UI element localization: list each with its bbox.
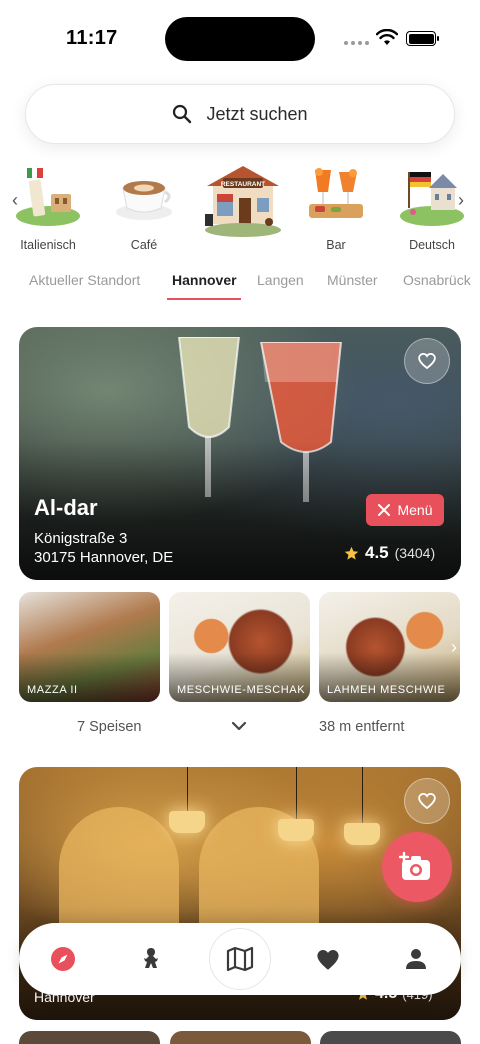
restaurant-building-icon: RESTAURANT — [201, 160, 285, 240]
category-bar[interactable]: Bar — [296, 160, 376, 252]
tab-muenster[interactable]: Münster — [327, 272, 378, 288]
dish-label: MESCHWIE-MESCHAKAL — [177, 684, 305, 696]
chevron-down-icon[interactable] — [230, 720, 248, 732]
search-icon — [173, 104, 192, 124]
tab-langen[interactable]: Langen — [257, 272, 304, 288]
coffee-cup-icon — [109, 160, 179, 230]
nav-chefs[interactable] — [121, 923, 181, 995]
battery-icon — [406, 31, 439, 46]
dish-label: MAZZA II — [27, 684, 78, 696]
category-cafe[interactable]: Café — [104, 160, 184, 252]
nav-profile[interactable] — [386, 923, 446, 995]
distance: 38 m entfernt — [319, 719, 405, 735]
leaning-tower-icon — [13, 160, 83, 230]
category-label: Café — [130, 238, 158, 252]
favorite-button[interactable] — [404, 778, 450, 824]
chevron-right-icon[interactable]: › — [451, 637, 457, 658]
signal-icon — [344, 41, 369, 45]
search-placeholder: Jetzt suchen — [206, 103, 308, 124]
add-photo-button[interactable] — [382, 832, 452, 902]
rating: 4.5 (3404) — [344, 543, 435, 563]
profile-icon — [406, 949, 426, 969]
menu-button[interactable]: Menü — [366, 494, 444, 526]
map-icon — [226, 946, 254, 972]
nav-map[interactable] — [209, 928, 271, 990]
search-bar[interactable]: Jetzt suchen — [25, 84, 455, 144]
status-bar: 11:17 — [0, 0, 480, 78]
category-label: Deutsch — [409, 238, 455, 252]
german-castle-icon — [397, 160, 467, 230]
category-italienisch[interactable]: Italienisch — [8, 160, 88, 252]
status-time: 11:17 — [66, 27, 118, 49]
cutlery-icon — [378, 504, 391, 516]
favorite-button[interactable] — [404, 338, 450, 384]
restaurant-street: Königstraße 3 — [34, 530, 128, 547]
rating-count: (3404) — [394, 545, 436, 561]
dish-card[interactable]: LAHMEH MESCHWIE — [319, 592, 460, 702]
chef-icon — [144, 948, 158, 968]
chevron-right-icon[interactable]: › — [458, 190, 464, 211]
svg-text:RESTAURANT: RESTAURANT — [221, 181, 265, 188]
compass-icon — [51, 947, 75, 971]
heart-outline-icon — [418, 352, 436, 370]
heart-icon — [317, 949, 339, 970]
city-tabs: Aktueller Standort Hannover Langen Münst… — [0, 268, 480, 304]
nav-favorites[interactable] — [298, 923, 358, 995]
cocktail-icon — [301, 160, 371, 230]
dish-count: 7 Speisen — [77, 719, 142, 735]
rating-value: 4.5 — [365, 543, 389, 562]
dynamic-island — [165, 17, 315, 61]
tab-current-location[interactable]: Aktueller Standort — [29, 272, 140, 288]
active-tab-indicator — [167, 298, 241, 300]
restaurant-city: 30175 Hannover, DE — [34, 549, 174, 566]
camera-add-icon — [399, 851, 430, 880]
bottom-navigation — [19, 923, 461, 995]
dish-card[interactable]: MESCHWIE-MESCHAKAL — [169, 592, 310, 702]
dish-label: LAHMEH MESCHWIE — [327, 684, 446, 696]
category-restaurant[interactable]: RESTAURANT — [198, 160, 288, 240]
dish-card[interactable]: MAZZA II — [19, 592, 160, 702]
restaurant-meta: 7 Speisen 38 m entfernt — [0, 712, 480, 742]
wifi-icon — [376, 29, 398, 45]
dish-carousel: MAZZA II MESCHWIE-MESCHAKAL LAHMEH MESCH… — [19, 592, 480, 702]
restaurant-card[interactable]: Al-dar Königstraße 3 30175 Hannover, DE … — [19, 327, 461, 580]
heart-outline-icon — [418, 792, 436, 810]
nav-explore[interactable] — [33, 923, 93, 995]
category-label: Italienisch — [20, 238, 76, 252]
star-icon — [344, 546, 359, 560]
category-label: Bar — [326, 238, 346, 252]
menu-button-label: Menü — [397, 502, 433, 518]
tab-hannover[interactable]: Hannover — [172, 272, 237, 288]
tab-osnabrueck[interactable]: Osnabrück — [403, 272, 471, 288]
category-carousel: ‹ Italienisch Café RESTAURANT Bar Deutsc… — [0, 160, 480, 256]
restaurant-name: Al-dar — [34, 495, 98, 520]
